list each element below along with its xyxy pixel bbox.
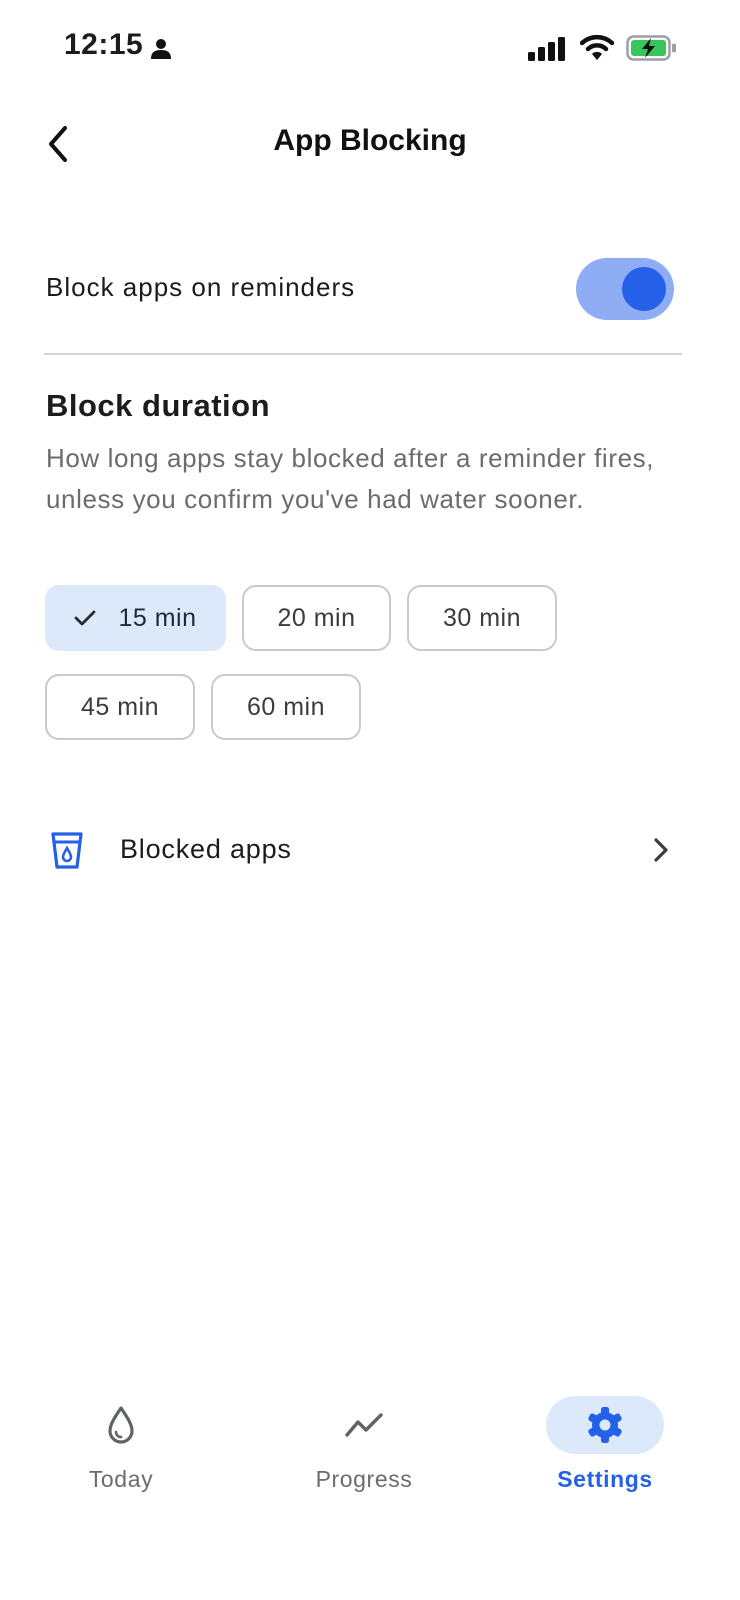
- toggle-knob: [622, 267, 666, 311]
- person-icon: [150, 38, 172, 65]
- battery-charging-icon: [626, 35, 678, 66]
- water-drop-icon: [108, 1406, 134, 1444]
- nav-today[interactable]: Today: [60, 1396, 182, 1516]
- nav-icon-wrap: [305, 1396, 423, 1454]
- nav-today-label: Today: [88, 1466, 154, 1492]
- duration-chip-label: 30 min: [442, 603, 522, 632]
- duration-chip-label: 45 min: [80, 692, 160, 721]
- check-icon: [74, 609, 96, 627]
- duration-chip-label: 15 min: [118, 603, 197, 632]
- nav-icon-wrap: [62, 1396, 180, 1454]
- bottom-nav: Today Progress Settings: [0, 1380, 740, 1520]
- nav-progress-label: Progress: [315, 1466, 413, 1492]
- block-duration-title: Block duration: [46, 388, 271, 423]
- divider: [44, 353, 682, 355]
- block-apps-toggle-row: Block apps on reminders: [46, 252, 682, 328]
- trend-icon: [345, 1413, 383, 1437]
- block-duration-description: How long apps stay blocked after a remin…: [46, 443, 655, 514]
- duration-chip-15[interactable]: 15 min: [45, 585, 226, 651]
- gear-icon: [588, 1407, 622, 1443]
- nav-icon-wrap: [546, 1396, 664, 1454]
- duration-chip-45[interactable]: 45 min: [45, 674, 195, 740]
- signal-icon: [528, 37, 568, 66]
- status-time: 12:15: [64, 28, 144, 61]
- water-glass-icon: [48, 830, 86, 875]
- page-title: App Blocking: [273, 124, 467, 157]
- duration-chip-30[interactable]: 30 min: [407, 585, 557, 651]
- duration-chip-60[interactable]: 60 min: [211, 674, 361, 740]
- duration-chip-label: 20 min: [277, 603, 356, 632]
- blocked-apps-row[interactable]: Blocked apps: [46, 810, 682, 890]
- block-apps-toggle-label: Block apps on reminders: [46, 272, 356, 302]
- duration-chip-label: 60 min: [246, 692, 326, 721]
- block-apps-toggle[interactable]: [576, 258, 674, 320]
- duration-chip-20[interactable]: 20 min: [242, 585, 391, 651]
- wifi-icon: [579, 33, 615, 66]
- nav-settings[interactable]: Settings: [544, 1396, 666, 1516]
- blocked-apps-label: Blocked apps: [120, 834, 292, 864]
- chevron-right-icon: [652, 836, 670, 869]
- nav-progress[interactable]: Progress: [302, 1396, 426, 1516]
- nav-settings-label: Settings: [557, 1466, 653, 1492]
- status-bar: 12:15: [0, 0, 740, 100]
- header: App Blocking: [0, 100, 740, 190]
